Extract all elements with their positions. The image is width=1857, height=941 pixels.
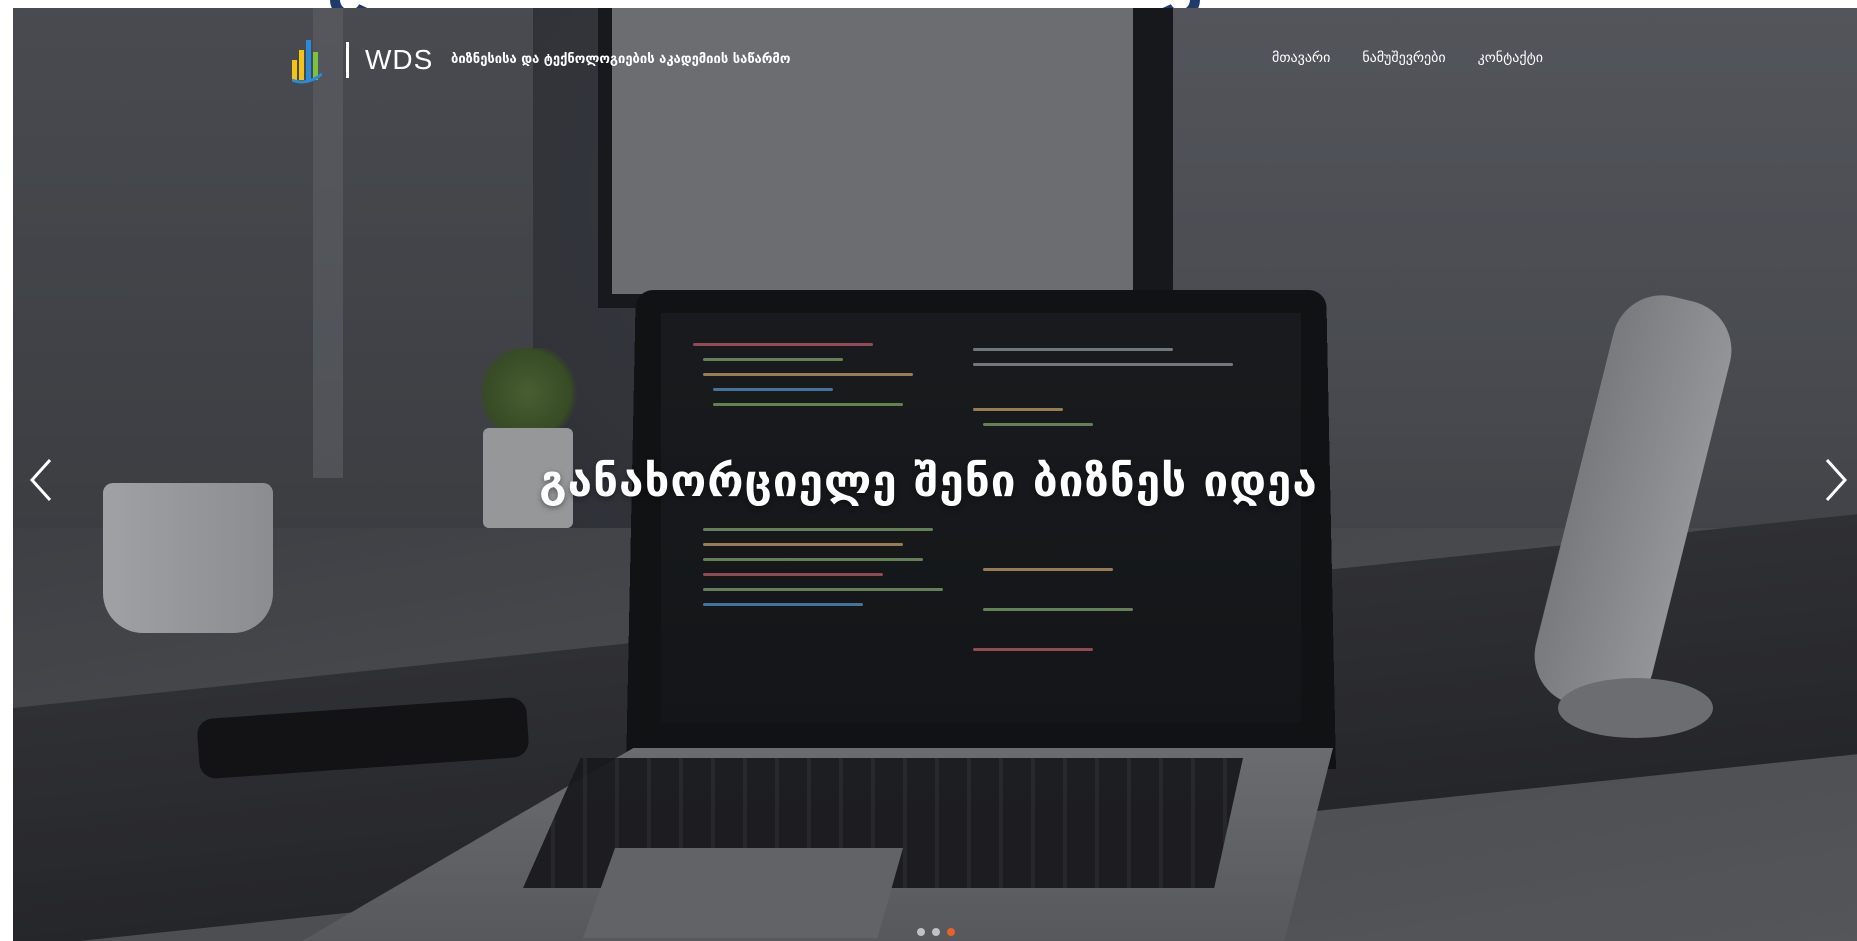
nav-item-works[interactable]: ნამუშევრები [1362,50,1445,66]
logo-text[interactable]: WDS [365,44,433,76]
chevron-right-icon[interactable] [1815,455,1855,505]
site-header: WDS ბიზნესისა და ტექნოლოგიების აკადემიის… [0,0,1857,110]
site-tagline: ბიზნესისა და ტექნოლოგიების აკადემიის საწ… [451,52,791,67]
nav-item-home[interactable]: მთავარი [1272,50,1330,66]
bar-chart-logo-icon[interactable] [292,34,322,84]
page: WDS ბიზნესისა და ტექნოლოგიების აკადემიის… [0,0,1857,941]
logo-separator [346,42,349,78]
hero-title: განახორციელე შენი ბიზნეს იდეა [539,456,1318,507]
slider-dots [917,928,955,936]
slider-dot-2[interactable] [932,928,940,936]
slider-dot-1[interactable] [917,928,925,936]
nav-item-contact[interactable]: კონტაქტი [1478,50,1543,66]
slider-dot-3[interactable] [947,928,955,936]
chevron-left-icon[interactable] [22,455,62,505]
main-nav: მთავარი ნამუშევრები კონტაქტი [1272,50,1543,66]
